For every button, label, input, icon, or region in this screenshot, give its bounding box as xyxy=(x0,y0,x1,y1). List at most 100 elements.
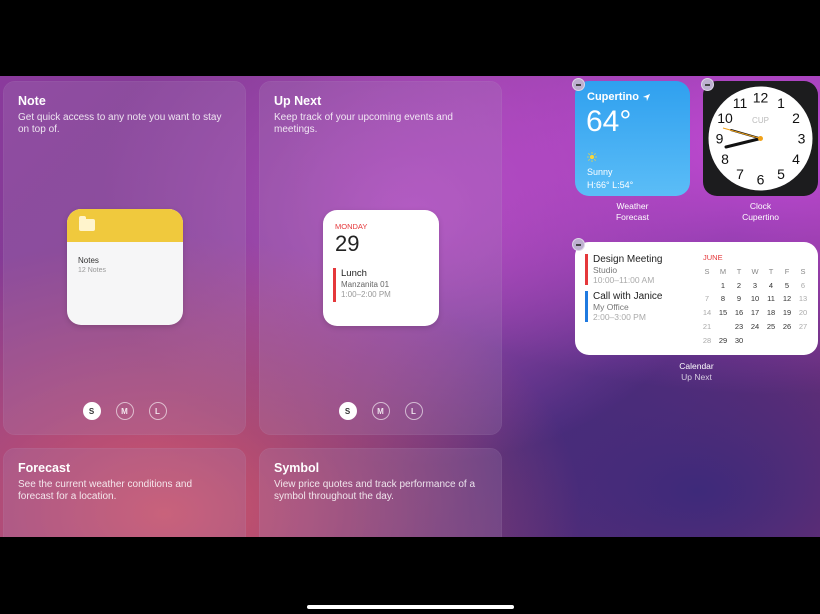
upnext-event-time: 1:00–2:00 PM xyxy=(341,290,391,299)
weather-widget[interactable]: Cupertino 64° Sunny H:66° L:54° xyxy=(575,81,690,196)
clock-widget-label: Clock Cupertino xyxy=(703,201,818,223)
remove-weather-widget-button[interactable] xyxy=(572,78,585,91)
calendar-event-time: 2:00–3:00 PM xyxy=(593,312,646,322)
clock-numeral: 2 xyxy=(792,110,800,126)
size-large-button[interactable]: L xyxy=(148,402,167,420)
clock-brand: CUP xyxy=(752,116,769,125)
calendar-day: 14 xyxy=(702,308,712,318)
calendar-day: 8 xyxy=(720,294,726,304)
calendar-day: 16 xyxy=(734,308,744,318)
upnext-card-title: Up Next xyxy=(274,94,322,108)
weather-temperature: 64° xyxy=(586,105,632,138)
size-large-button[interactable]: L xyxy=(404,402,423,420)
calendar-widget[interactable]: Design Meeting Studio 10:00–11:00 AM Cal… xyxy=(575,242,818,355)
note-widget-card[interactable]: Note Get quick access to any note you wa… xyxy=(3,81,246,435)
note-card-title: Note xyxy=(18,94,46,108)
calendar-event-location: Studio xyxy=(593,265,618,275)
calendar-month: JUNE xyxy=(703,253,723,262)
clock-numeral: 9 xyxy=(716,131,724,147)
calendar-day: 2 xyxy=(736,280,742,290)
forecast-widget-card[interactable]: Forecast See the current weather conditi… xyxy=(3,448,246,537)
calendar-day: 17 xyxy=(750,308,760,318)
notes-widget-preview[interactable]: Notes 12 Notes xyxy=(67,209,183,325)
calendar-day: 11 xyxy=(767,294,775,304)
weather-city: Cupertino xyxy=(587,91,651,103)
size-medium-button[interactable]: M xyxy=(371,402,390,420)
notes-preview-name: Notes xyxy=(78,256,99,265)
weather-widget-label: Weather Forecast xyxy=(575,201,690,223)
calendar-weekday: S xyxy=(800,267,806,276)
calendar-weekday: T xyxy=(768,267,774,276)
clock-numeral: 6 xyxy=(757,172,765,188)
calendar-event: Design Meeting Studio 10:00–11:00 AM xyxy=(585,254,662,285)
clock-widget[interactable]: CUP 12 1 2 3 4 5 6 7 8 9 10 11 xyxy=(703,81,818,196)
calendar-day: 26 xyxy=(782,321,792,331)
clock-numeral: 12 xyxy=(753,90,769,106)
calendar-day: 12 xyxy=(782,294,792,304)
upnext-event-location: Manzanita 01 xyxy=(341,280,390,289)
upnext-widget-card[interactable]: Up Next Keep track of your upcoming even… xyxy=(259,81,502,435)
calendar-event-time: 10:00–11:00 AM xyxy=(593,275,655,285)
sun-icon xyxy=(587,152,597,162)
symbol-widget-card[interactable]: Symbol View price quotes and track perfo… xyxy=(259,448,502,537)
calendar-weekday: T xyxy=(736,267,742,276)
remove-clock-widget-button[interactable] xyxy=(701,78,714,91)
calendar-day: 25 xyxy=(766,321,776,331)
size-small-button[interactable]: S xyxy=(338,402,357,420)
calendar-day: 27 xyxy=(798,321,808,331)
calendar-weekday: F xyxy=(784,267,790,276)
calendar-event-title: Design Meeting xyxy=(593,254,663,265)
upnext-day: MONDAY xyxy=(335,222,368,231)
calendar-day: 24 xyxy=(750,321,760,331)
size-small-button[interactable]: S xyxy=(82,402,101,420)
upnext-event-title: Lunch xyxy=(341,268,367,279)
clock-numeral: 8 xyxy=(721,151,729,167)
calendar-day: 28 xyxy=(702,335,712,345)
upnext-card-description: Keep track of your upcoming events and m… xyxy=(274,112,453,135)
analog-clock-face: CUP 12 12 3 45678 9 1011 xyxy=(708,86,813,191)
calendar-event-title: Call with Janice xyxy=(593,291,663,302)
clock-label: Clock xyxy=(749,201,772,211)
folder-icon xyxy=(79,216,95,231)
calendar-day: 18 xyxy=(766,308,776,318)
forecast-card-title: Forecast xyxy=(18,461,71,475)
calendar-event: Call with Janice My Office 2:00–3:00 PM xyxy=(585,291,662,322)
calendar-day: 15 xyxy=(718,308,728,318)
home-indicator[interactable] xyxy=(307,605,514,609)
calendar-day: 23 xyxy=(734,321,744,331)
upnext-widget-preview[interactable]: MONDAY 29 Lunch Manzanita 01 1:00–2:00 P… xyxy=(323,210,439,326)
upnext-date: 29 xyxy=(335,231,360,256)
notes-preview-count: 12 Notes xyxy=(78,267,107,274)
calendar-weekday: W xyxy=(751,267,759,276)
calendar-weekday: M xyxy=(719,267,727,276)
clock-numeral: 1 xyxy=(777,95,785,111)
upnext-event: Lunch Manzanita 01 1:00–2:00 PM xyxy=(333,268,391,302)
calendar-label: Calendar xyxy=(679,361,714,371)
calendar-day: 10 xyxy=(750,294,760,304)
size-medium-button[interactable]: M xyxy=(115,402,134,420)
calendar-event-location: My Office xyxy=(593,302,629,312)
remove-calendar-widget-button[interactable] xyxy=(572,238,585,251)
widget-gallery-screen: Note Get quick access to any note you wa… xyxy=(0,76,820,537)
clock-numeral: 4 xyxy=(792,151,800,167)
clock-numeral: 10 xyxy=(717,110,733,126)
calendar-day: 9 xyxy=(736,294,742,304)
notes-preview-header xyxy=(67,209,183,242)
calendar-widget-label: Calendar Up Next xyxy=(575,361,818,383)
calendar-day: 13 xyxy=(798,294,808,304)
calendar-day: 22 xyxy=(715,319,731,333)
calendar-day: 19 xyxy=(782,308,792,318)
calendar-day: 4 xyxy=(768,280,774,290)
symbol-card-title: Symbol xyxy=(274,461,320,475)
calendar-day: 5 xyxy=(784,280,790,290)
calendar-day: 20 xyxy=(798,308,808,318)
location-arrow-icon xyxy=(642,93,651,101)
calendar-day: 3 xyxy=(752,280,758,290)
forecast-card-description: See the current weather conditions and f… xyxy=(18,479,192,502)
note-card-description: Get quick access to any note you want to… xyxy=(18,112,222,135)
weather-high-low: H:66° L:54° xyxy=(587,180,634,190)
symbol-card-description: View price quotes and track performance … xyxy=(274,479,476,502)
clock-numeral: 5 xyxy=(777,166,785,182)
calendar-weekday: S xyxy=(704,267,710,276)
clock-numeral: 7 xyxy=(736,166,744,182)
